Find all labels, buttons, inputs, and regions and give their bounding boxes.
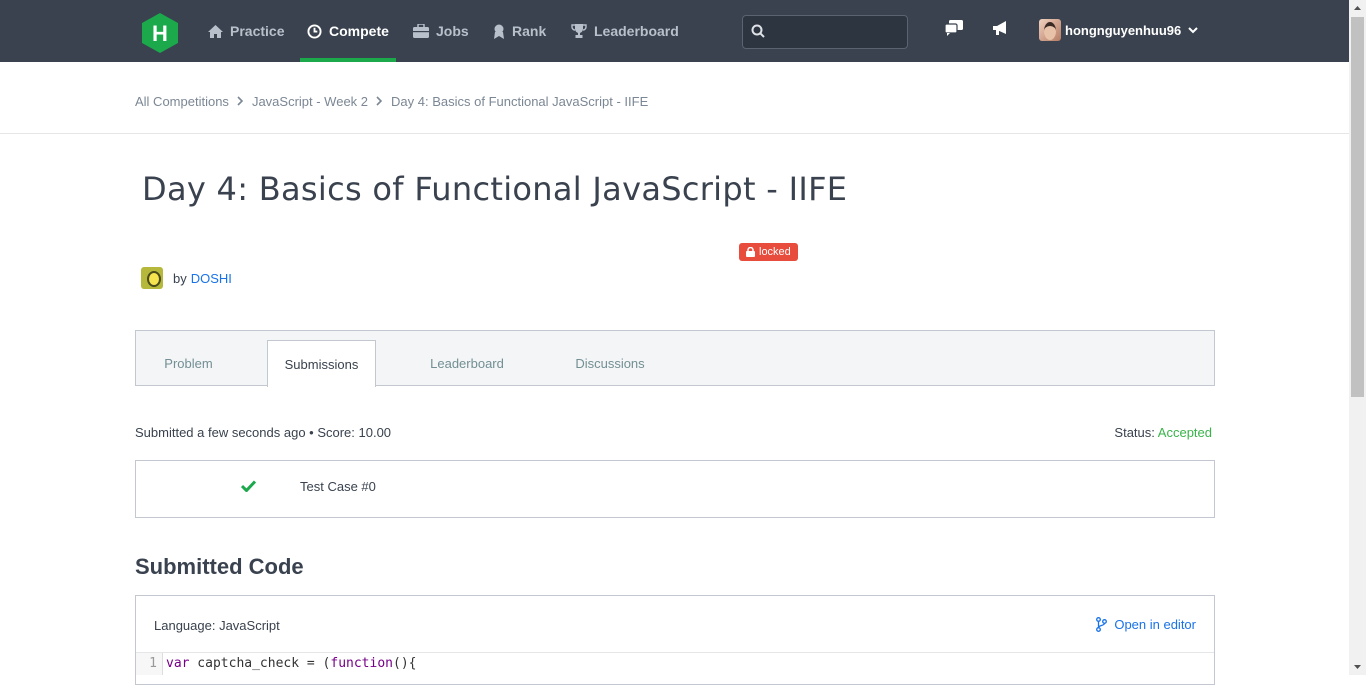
tab-submissions[interactable]: Submissions [267,340,376,387]
code-language: Language: JavaScript [154,618,280,633]
locked-badge: locked [739,243,798,261]
open-in-editor-button[interactable]: Open in editor [1096,617,1196,632]
nav-leaderboard-label: Leaderboard [594,23,679,39]
nav-compete[interactable]: Compete [300,0,396,62]
announcement-icon[interactable] [992,20,1010,36]
scroll-up-arrow-icon[interactable] [1349,0,1366,17]
tab-discussions[interactable]: Discussions [556,340,664,386]
chevron-down-icon [1188,26,1198,33]
briefcase-icon [413,24,429,38]
user-avatar [1039,19,1061,41]
code-viewer: Language: JavaScript Open in editor 1 va… [135,595,1215,685]
nav-practice-label: Practice [230,23,285,39]
line-number: 1 [136,653,163,675]
page-title: Day 4: Basics of Functional JavaScript -… [142,170,848,208]
test-case-list: Test Case #0 [135,460,1215,518]
breadcrumb: All Competitions JavaScript - Week 2 Day… [135,94,648,109]
lock-icon [746,247,755,257]
home-icon [208,24,223,38]
locked-badge-label: locked [759,246,791,258]
trophy-icon [571,24,587,38]
code-line: 1 var captcha_check = (function(){ [136,653,1214,675]
nav-leaderboard[interactable]: Leaderboard [571,0,679,62]
search-icon [751,24,765,38]
nav-rank[interactable]: Rank [493,0,546,62]
submission-summary: Submitted a few seconds ago • Score: 10.… [135,425,392,440]
author-link[interactable]: DOSHI [191,271,232,286]
author-info: by DOSHI [141,267,232,289]
breadcrumb-bar: All Competitions JavaScript - Week 2 Day… [0,62,1349,134]
nav-rank-label: Rank [512,23,547,39]
submitted-code-heading: Submitted Code [135,554,304,579]
code-line-rest: captcha_check = (function(){ [189,656,417,671]
medal-icon [493,24,505,39]
checkmark-icon [241,480,256,492]
author-avatar [141,267,163,289]
code-header: Language: JavaScript Open in editor [136,596,1214,653]
user-menu[interactable]: hongnguyenhuu96 [1039,19,1198,41]
scroll-thumb[interactable] [1351,17,1364,397]
code-line-text: var captcha_check = (function(){ [166,656,417,671]
top-navbar: H Practice Compete Jobs Rank Leaderboard [0,0,1349,62]
scroll-down-arrow-icon[interactable] [1349,658,1366,675]
chevron-right-icon [376,94,383,109]
breadcrumb-item-current: Day 4: Basics of Functional JavaScript -… [391,94,649,109]
vertical-scrollbar[interactable] [1349,0,1366,675]
tab-problem[interactable]: Problem [136,340,241,386]
open-in-editor-label: Open in editor [1114,617,1196,632]
chat-icon[interactable] [945,20,963,36]
breadcrumb-item-week[interactable]: JavaScript - Week 2 [252,94,368,109]
status-value: Accepted [1157,425,1212,440]
chevron-right-icon [237,94,244,109]
challenge-tabs: Problem Submissions Leaderboard Discussi… [135,330,1215,387]
hackerrank-logo[interactable]: H [142,13,178,53]
test-case-label[interactable]: Test Case #0 [300,479,376,494]
logo-letter: H [152,21,168,46]
clock-icon [307,23,322,39]
tab-leaderboard[interactable]: Leaderboard [406,340,528,386]
nav-practice[interactable]: Practice [208,0,284,62]
nav-jobs[interactable]: Jobs [413,0,469,62]
submission-status: Status: Accepted [1114,425,1212,440]
search-input[interactable] [742,15,908,49]
nav-jobs-label: Jobs [436,23,469,39]
author-by-label: by [173,270,187,286]
breadcrumb-item-competitions[interactable]: All Competitions [135,94,229,109]
username: hongnguyenhuu96 [1065,22,1182,38]
status-label: Status: [1114,425,1155,440]
nav-compete-label: Compete [329,23,389,39]
branch-icon [1096,617,1108,632]
